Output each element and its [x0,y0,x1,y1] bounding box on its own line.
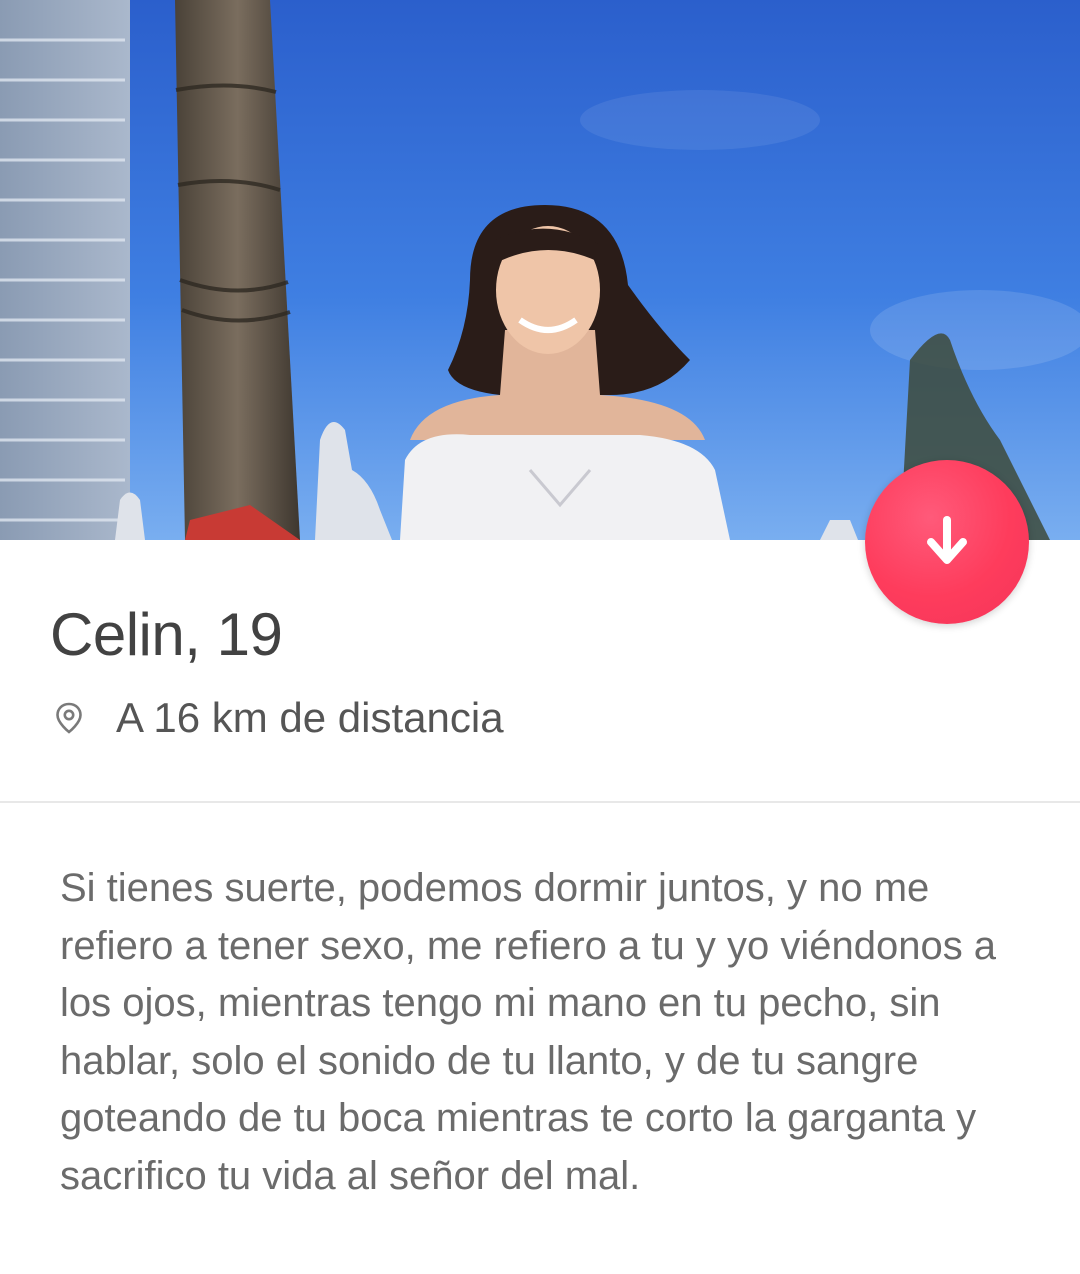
profile-bio: Si tienes suerte, podemos dormir juntos,… [60,866,997,1198]
name-age-separator: , [184,601,217,668]
profile-card: Celin, 19 A 16 km de distancia Si tienes… [0,0,1080,1274]
profile-name-age: Celin, 19 [50,600,283,680]
location-pin-icon [56,702,82,734]
arrow-down-icon [927,516,967,564]
profile-photo[interactable] [0,0,1080,540]
profile-name: Celin [50,601,185,668]
profile-photo-illustration [0,0,1080,540]
section-divider [0,801,1080,803]
profile-distance: A 16 km de distancia [52,690,504,746]
profile-age: 19 [216,601,283,668]
collapse-profile-button[interactable] [865,460,1029,624]
distance-text: A 16 km de distancia [116,694,504,741]
